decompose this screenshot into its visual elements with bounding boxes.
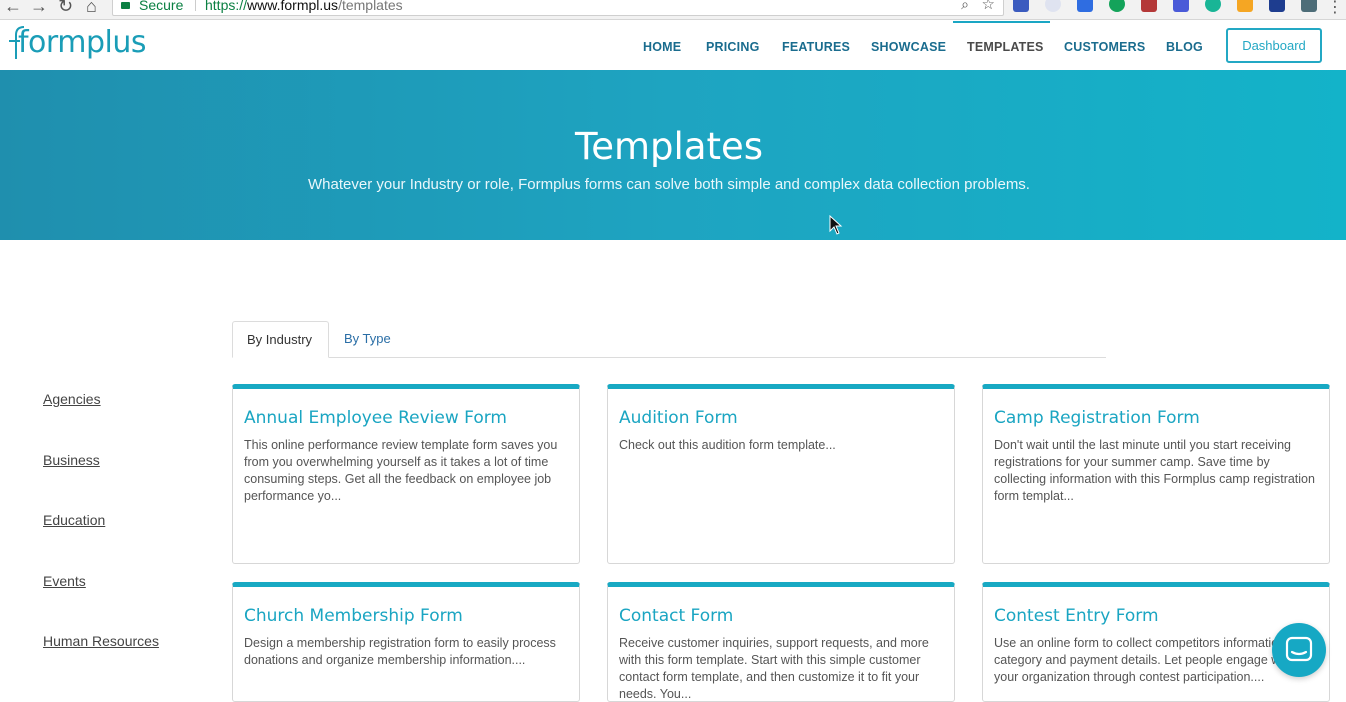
card-title[interactable]: Camp Registration Form: [994, 408, 1200, 428]
page-subtitle: Whatever your Industry or role, Formplus…: [308, 176, 1030, 193]
card-title[interactable]: Annual Employee Review Form: [244, 408, 507, 428]
sidebar-item-events[interactable]: Events: [43, 573, 86, 589]
nav-showcase[interactable]: SHOWCASE: [871, 40, 946, 54]
page-title: Templates: [574, 125, 764, 168]
extension-icon[interactable]: [1045, 0, 1061, 12]
nav-customers[interactable]: CUSTOMERS: [1064, 40, 1145, 54]
url-text[interactable]: https://www.formpl.us/templates: [205, 0, 403, 13]
nav-home[interactable]: HOME: [643, 40, 681, 54]
template-card[interactable]: Annual Employee Review Form This online …: [232, 384, 580, 564]
extension-icon[interactable]: [1301, 0, 1317, 12]
extension-icon[interactable]: [1237, 0, 1253, 12]
site-header: formplus HOME PRICING FEATURES SHOWCASE …: [0, 21, 1346, 70]
nav-templates[interactable]: TEMPLATES: [967, 40, 1044, 54]
template-card[interactable]: Camp Registration Form Don't wait until …: [982, 384, 1330, 564]
tab-by-type[interactable]: By Type: [330, 321, 405, 358]
extension-icon[interactable]: [1269, 0, 1285, 12]
url-separator: [195, 0, 196, 11]
dashboard-button[interactable]: Dashboard: [1226, 28, 1322, 63]
forward-icon[interactable]: →: [30, 0, 48, 15]
chat-icon: [1285, 636, 1313, 662]
card-description: Design a membership registration form to…: [244, 636, 556, 667]
hero-banner: Templates Whatever your Industry or role…: [0, 70, 1346, 240]
url-scheme: https://: [205, 0, 248, 13]
url-host: www.formpl.us: [247, 0, 339, 13]
home-icon[interactable]: ⌂: [86, 0, 97, 15]
grammarly-icon[interactable]: [1109, 0, 1125, 12]
nav-pricing[interactable]: PRICING: [706, 40, 760, 54]
sidebar-item-human-resources[interactable]: Human Resources: [43, 633, 159, 649]
zoom-icon[interactable]: ⌕: [961, 0, 969, 13]
card-description: Use an online form to collect competitor…: [994, 636, 1294, 684]
bookmark-star-icon[interactable]: ☆: [982, 0, 995, 13]
sidebar-item-education[interactable]: Education: [43, 512, 105, 528]
card-description: Don't wait until the last minute until y…: [994, 438, 1315, 503]
secure-label: Secure: [139, 0, 184, 13]
extension-icon[interactable]: [1141, 0, 1157, 12]
reload-icon[interactable]: ↻: [58, 0, 73, 15]
sidebar-item-agencies[interactable]: Agencies: [43, 391, 101, 407]
sidebar-item-business[interactable]: Business: [43, 452, 100, 468]
card-title[interactable]: Church Membership Form: [244, 606, 463, 626]
browser-toolbar: ← → ↻ ⌂ Secure https://www.formpl.us/tem…: [0, 0, 1346, 20]
template-tabs: By Industry By Type: [232, 321, 1106, 358]
nav-features[interactable]: FEATURES: [782, 40, 850, 54]
lock-icon: [121, 2, 130, 9]
url-path: /templates: [338, 0, 403, 13]
card-title[interactable]: Contact Form: [619, 606, 733, 626]
chat-launcher-button[interactable]: [1272, 623, 1326, 677]
extension-icon[interactable]: [1173, 0, 1189, 12]
browser-menu-icon[interactable]: ⋮: [1327, 0, 1343, 17]
active-nav-indicator: [953, 21, 1050, 23]
nav-blog[interactable]: BLOG: [1166, 40, 1203, 54]
tab-by-industry[interactable]: By Industry: [232, 321, 329, 358]
card-title[interactable]: Audition Form: [619, 408, 738, 428]
template-card[interactable]: Contact Form Receive customer inquiries,…: [607, 582, 955, 702]
extension-icon[interactable]: [1013, 0, 1029, 12]
logo-text: formplus: [18, 25, 146, 60]
extension-icon[interactable]: [1077, 0, 1093, 12]
card-title[interactable]: Contest Entry Form: [994, 606, 1159, 626]
card-description: This online performance review template …: [244, 438, 558, 503]
template-card[interactable]: Church Membership Form Design a membersh…: [232, 582, 580, 702]
card-description: Receive customer inquiries, support requ…: [619, 636, 929, 701]
extension-icon[interactable]: [1205, 0, 1221, 12]
mouse-cursor-icon: [829, 215, 843, 235]
template-card[interactable]: Audition Form Check out this audition fo…: [607, 384, 955, 564]
address-bar[interactable]: Secure https://www.formpl.us/templates ⌕…: [112, 0, 1004, 16]
card-description: Check out this audition form template...: [619, 438, 836, 452]
back-icon[interactable]: ←: [4, 0, 22, 15]
